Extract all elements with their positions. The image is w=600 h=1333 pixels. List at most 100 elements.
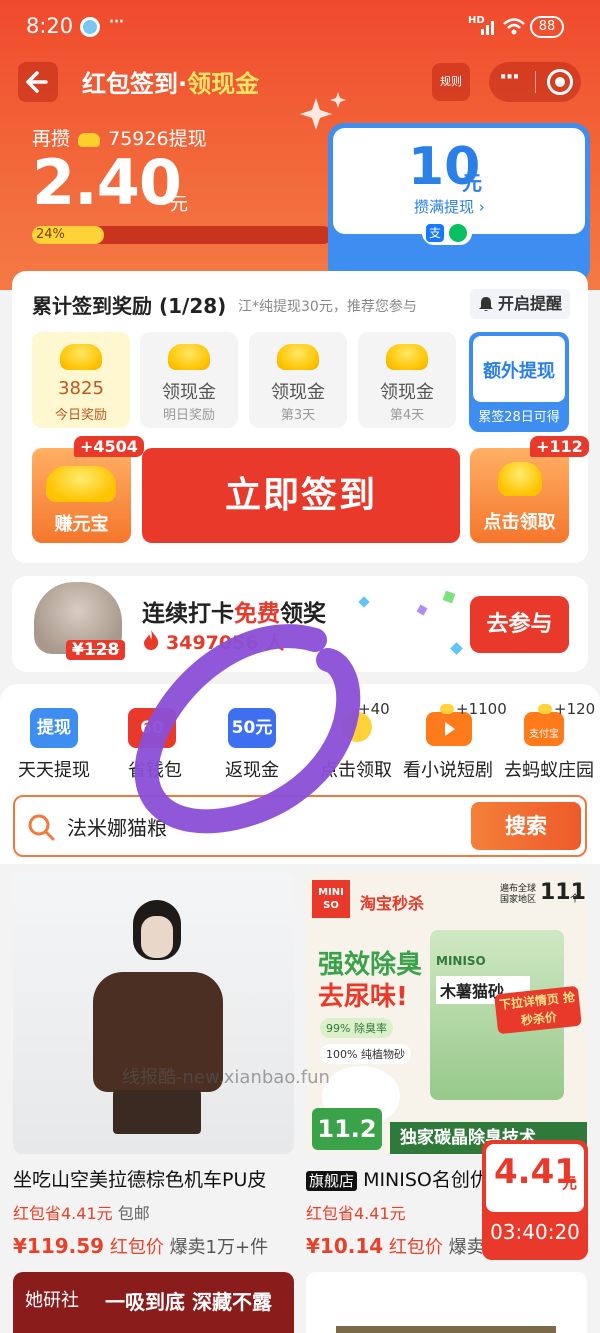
- rules-button[interactable]: 规则: [432, 63, 470, 101]
- extra-withdraw-card[interactable]: 额外提现 累签28日可得: [469, 332, 569, 432]
- back-button[interactable]: [18, 62, 58, 102]
- sold-count: 爆卖1万+件: [169, 1237, 269, 1258]
- page-title-highlight: 领现金: [187, 70, 260, 98]
- price-value: ¥119.59: [13, 1234, 105, 1258]
- day-reward: 领现金: [162, 382, 216, 403]
- search-button[interactable]: 搜索: [471, 802, 581, 850]
- gold-ingot-icon: [78, 132, 101, 147]
- day-label: 第3天: [280, 408, 316, 423]
- gold-ingot-icon: [440, 704, 454, 714]
- bottom-ad-right[interactable]: [306, 1272, 587, 1333]
- earn-label: 赚元宝: [54, 514, 109, 535]
- sold-count: 爆卖2: [448, 1237, 482, 1258]
- app-notification-icon: [80, 17, 100, 37]
- promo-price: ¥128: [66, 640, 126, 660]
- day-cell-today: 3825 今日奖励: [32, 332, 130, 428]
- product-image-jacket[interactable]: [13, 872, 294, 1154]
- signal-icon: [481, 21, 494, 35]
- search-icon: [28, 814, 55, 841]
- purple-circle-annotation: [134, 624, 361, 834]
- redeem-card[interactable]: 10 元 攒满提现 › 支: [328, 123, 590, 283]
- join-button[interactable]: 去参与: [470, 596, 569, 653]
- signin-title: 累计签到奖励 (1/28): [32, 294, 227, 318]
- quick-label-farm[interactable]: 去蚂蚁庄园: [504, 756, 594, 782]
- day-reward: 领现金: [380, 382, 434, 403]
- balance-value: 2.40: [32, 146, 182, 219]
- claim-badge: +112: [530, 436, 589, 457]
- watermark: 线报酷-new.xianbao.fun: [122, 1067, 330, 1088]
- price-label: 红包价: [109, 1237, 164, 1258]
- product-title[interactable]: 坐吃山空美拉德棕色机车PU皮: [13, 1165, 298, 1192]
- gold-ingot-icon: [168, 344, 210, 370]
- flagship-tag: 旗舰店: [306, 1171, 358, 1191]
- claim-button[interactable]: 点击领取: [470, 448, 569, 543]
- status-more-dots: ···: [108, 10, 125, 35]
- quick-plus-video: +1100: [456, 700, 507, 718]
- countdown-timer: 03:40:20: [490, 1220, 580, 1244]
- model-face: [141, 916, 173, 958]
- gold-ingot-icon: [60, 344, 102, 370]
- status-time: 8:20: [26, 14, 74, 38]
- gold-ingot-icon: [498, 462, 542, 496]
- battery-indicator: 88: [530, 16, 564, 38]
- countdown-card[interactable]: 4.41 元 03:40:20: [482, 1140, 588, 1260]
- alipay-icon: 支: [426, 224, 444, 242]
- page-title-main: 红包签到·: [82, 70, 188, 98]
- checkin-button[interactable]: 立即签到: [142, 448, 460, 543]
- promo-sticker: 下拉详情页 抢秒杀价: [494, 985, 582, 1035]
- payment-methods: 支: [422, 221, 472, 245]
- capsule-divider: [535, 71, 536, 93]
- back-arrow-icon: [26, 71, 48, 93]
- wifi-icon: [503, 18, 525, 35]
- day-label: 明日奖励: [162, 408, 215, 423]
- wechat-pay-icon: [449, 224, 467, 242]
- day-reward: 3825: [58, 378, 104, 399]
- day-cell: 领现金 明日奖励: [140, 332, 238, 428]
- bottom-ad-left[interactable]: 她研社 一吸到底 深藏不露: [13, 1272, 294, 1333]
- price-label: 红包价: [388, 1237, 443, 1258]
- product-image-cat-litter[interactable]: MINI SO 淘宝秒杀 遍布全球 国家地区 111 个 强效除臭 去尿味! 99…: [306, 872, 587, 1154]
- progress-percent: 24%: [36, 227, 65, 242]
- bottom-ad-slogan: 一吸到底 深藏不露: [105, 1290, 272, 1314]
- product-saving: 红包省4.41元 包邮: [13, 1200, 150, 1224]
- record-icon: [555, 77, 565, 87]
- ad-pill-1: 99% 除臭率: [320, 1018, 393, 1038]
- ad-pill-2: 100% 纯植物砂: [320, 1044, 411, 1064]
- signin-notice: 江*纯提现30元，推荐您参与: [238, 299, 417, 315]
- status-bar: 8:20 ··· HD 88: [0, 0, 600, 56]
- day-reward: 领现金: [271, 382, 325, 403]
- balance-unit: 元: [170, 194, 188, 215]
- countdown-unit: 元: [562, 1174, 578, 1192]
- sparkle-icon: [300, 92, 346, 130]
- global-text-1: 遍布全球: [500, 884, 537, 894]
- package-brand: MINISO: [436, 954, 486, 968]
- close-miniapp-button[interactable]: [547, 69, 573, 95]
- earn-ingot-button[interactable]: 赚元宝: [32, 448, 131, 543]
- bottom-ad-brand: 她研社: [25, 1290, 79, 1311]
- shipping-text: 包邮: [117, 1204, 150, 1223]
- seckill-label: 淘宝秒杀: [360, 894, 425, 913]
- extra-withdraw-title: 额外提现: [483, 361, 555, 382]
- day-cell: 领现金 第3天: [249, 332, 347, 428]
- more-menu-button[interactable]: ···: [499, 65, 520, 90]
- ad-slogan-2: 去尿味!: [318, 982, 408, 1012]
- bell-icon: [479, 297, 493, 311]
- quick-label-withdraw[interactable]: 天天提现: [18, 756, 90, 782]
- redeem-label: 攒满提现 ›: [414, 198, 485, 216]
- extra-withdraw-sub: 累签28日可得: [478, 410, 560, 425]
- product-title-text: MINISO名创优品木薯猫砂: [363, 1169, 482, 1191]
- miniapp-capsule: ···: [489, 62, 581, 102]
- quick-label-video[interactable]: 看小说短剧: [403, 756, 493, 782]
- gold-ingot-icon: [386, 344, 428, 370]
- gold-ingot-icon: [538, 704, 552, 714]
- model-skirt: [113, 1090, 201, 1134]
- product-saving: 红包省4.41元: [306, 1204, 406, 1223]
- saving-text: 红包省4.41元: [13, 1204, 113, 1223]
- miniso-logo: MINI SO: [312, 880, 350, 918]
- ad-price: 11.2: [312, 1108, 382, 1150]
- quick-plus-farm: +120: [554, 700, 596, 718]
- redeem-unit: 元: [462, 171, 482, 195]
- product-title[interactable]: 旗舰店 MINISO名创优品木薯猫砂: [306, 1165, 482, 1192]
- withdraw-daily-icon[interactable]: 提现: [30, 708, 78, 748]
- remind-button[interactable]: 开启提醒: [470, 289, 570, 319]
